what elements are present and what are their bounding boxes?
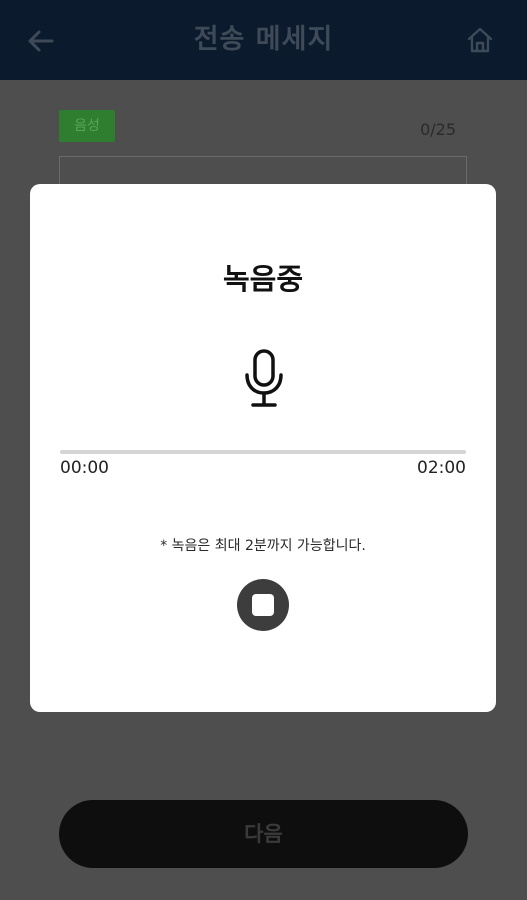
stop-icon: [252, 594, 274, 616]
page-title: 전송 메세지: [193, 24, 334, 55]
recording-limit-notice: * 녹음은 최대 2분까지 가능합니다.: [160, 538, 366, 554]
microphone-icon: [245, 349, 283, 407]
recording-dialog: 녹음중 00:00 02:00 * 녹음은 최대 2분까지 가능합니다.: [30, 184, 496, 712]
voice-type-badge: 음성: [59, 110, 115, 142]
max-time: 02:00: [417, 458, 466, 478]
char-counter: 0/25: [420, 120, 456, 139]
home-icon[interactable]: [466, 26, 494, 54]
stop-recording-button[interactable]: [237, 579, 289, 631]
recording-title: 녹음중: [222, 262, 304, 296]
recording-progress-bar: [60, 450, 466, 454]
elapsed-time: 00:00: [60, 458, 109, 478]
app-header: 전송 메세지: [0, 0, 527, 80]
next-button[interactable]: 다음: [59, 800, 468, 868]
